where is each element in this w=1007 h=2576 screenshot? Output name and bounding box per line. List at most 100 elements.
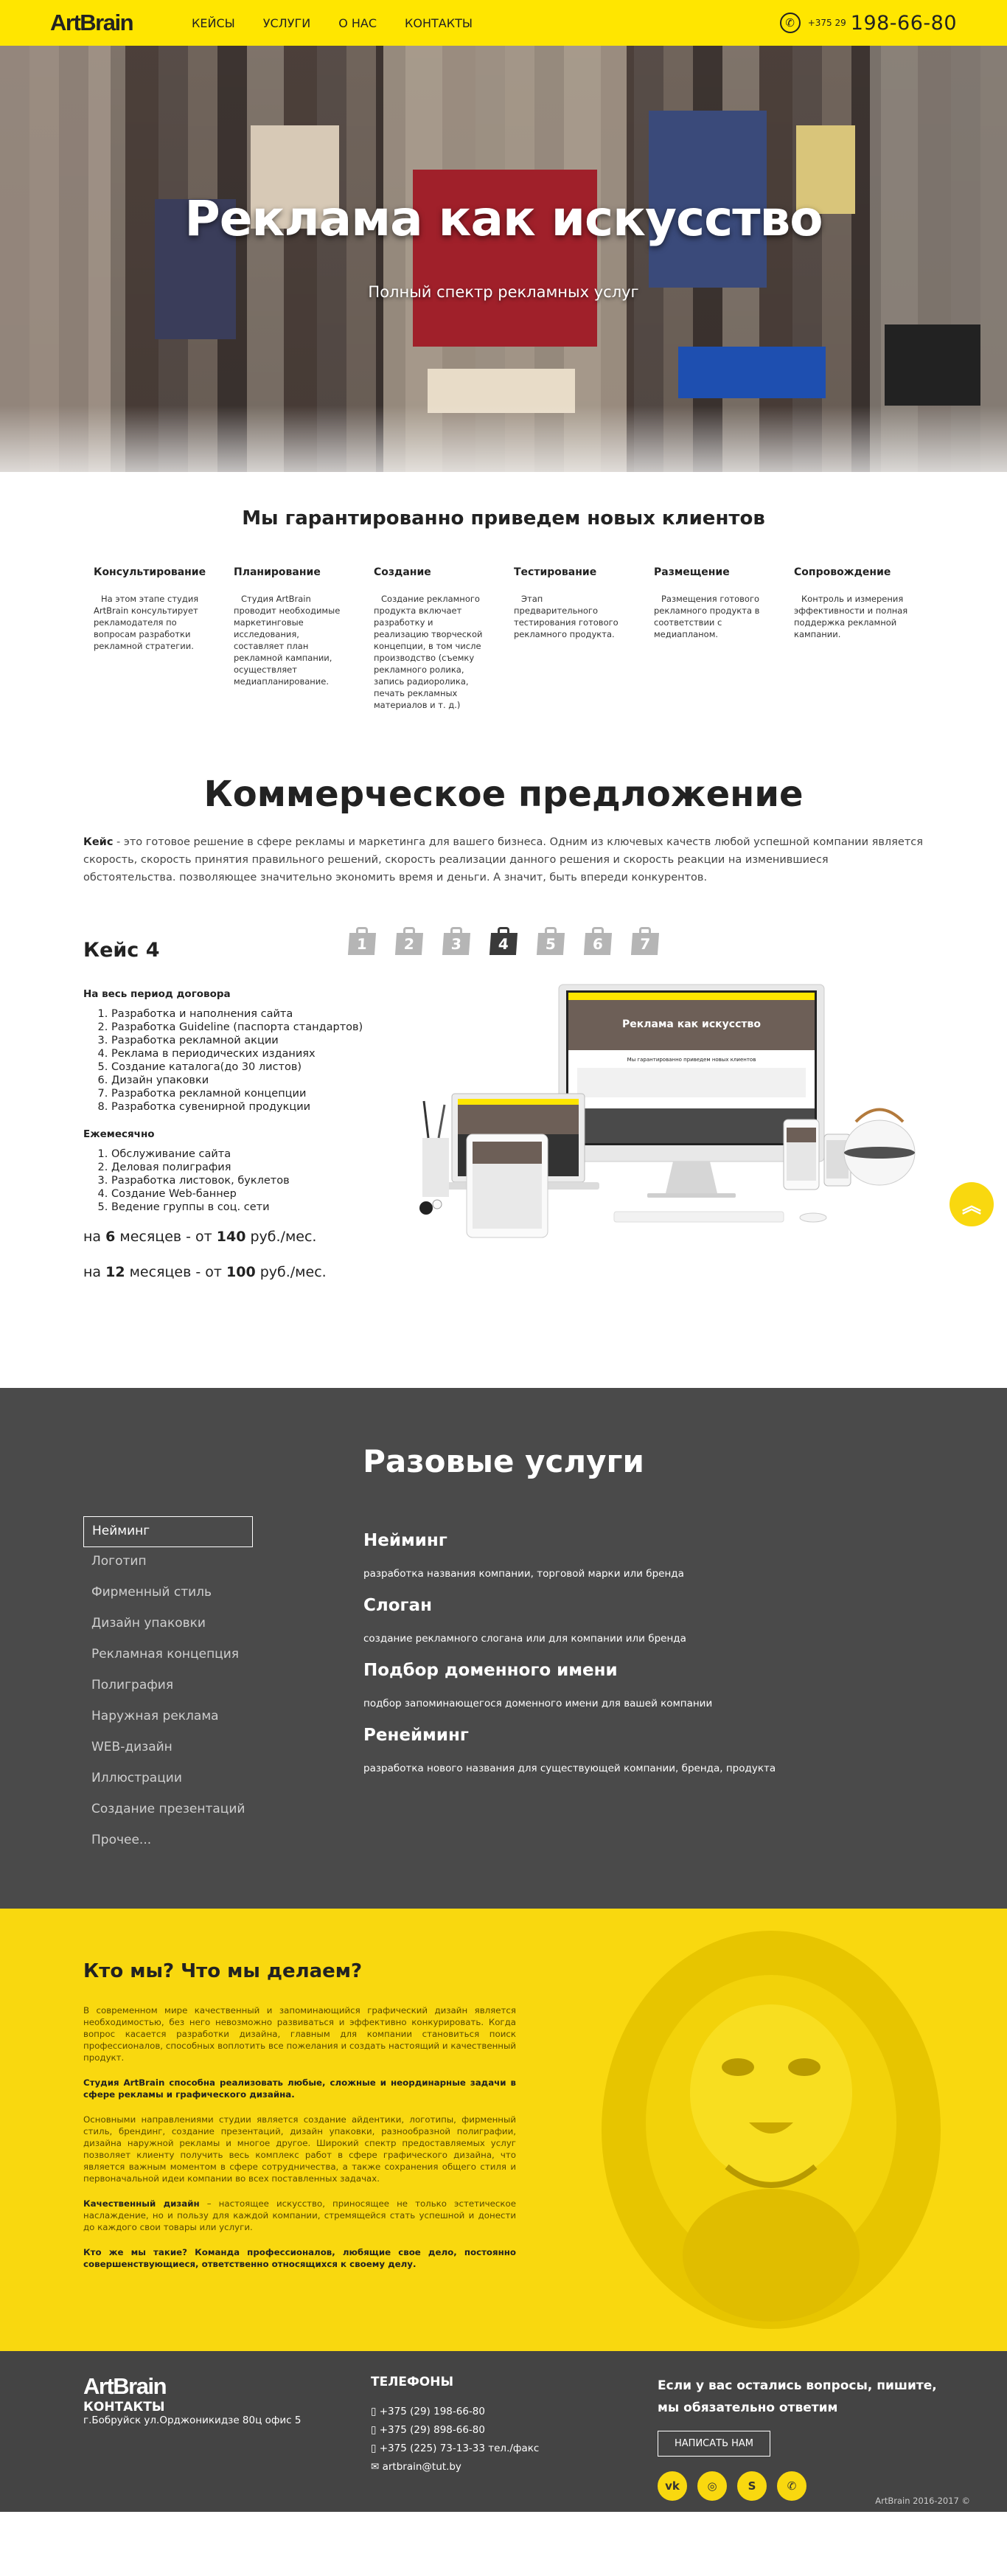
case-details: Кейс 4 На весь период договора Разработк… [83,939,393,1299]
nav-link-services[interactable]: УСЛУГИ [263,16,310,30]
services-menu-item-other[interactable]: Прочее... [83,1826,253,1857]
commercial-title: Коммерческое предложение [203,774,804,815]
period-list: Разработка и наполнения сайта Разработка… [83,1007,393,1114]
intro-text: - это готовое решение в сфере рекламы и … [83,836,923,883]
service-title: Нейминг [363,1531,447,1550]
phone-line[interactable]: ▯ +375 (225) 73-13-33 тел./факс [371,2440,539,2458]
about-paragraph: Студия ArtBrain способна реализовать люб… [83,2077,516,2100]
write-us-button[interactable]: НАПИСАТЬ НАМ [658,2431,771,2457]
services-menu-item-logo[interactable]: Логотип [83,1547,253,1578]
mail-icon: ✉ [371,2461,383,2473]
step-planning: Планирование Студия ArtBrain проводит не… [223,566,363,711]
services-menu-item-outdoor[interactable]: Наружная реклама [83,1702,253,1733]
step-title: Тестирование [514,566,597,578]
list-item: Создание каталога(до 30 листов) [111,1060,393,1074]
step-support: Сопровождение Контроль и измерения эффек… [784,566,924,711]
vk-icon[interactable]: vk [658,2471,687,2501]
about-section: Кто мы? Что мы делаем? В современном мир… [0,1909,1007,2351]
phone-icon: ▯ [371,2443,380,2454]
service-text: разработка нового названия для существую… [363,1763,776,1774]
step-text: На этом этапе студия ArtBrain консультир… [94,594,199,651]
monthly-title: Ежемесячно [83,1128,155,1140]
guarantee-title: Мы гарантированно приведем новых клиенто… [242,507,765,530]
nav-link-contacts[interactable]: КОНТАКТЫ [405,16,473,30]
services-menu: Нейминг Логотип Фирменный стиль Дизайн у… [83,1516,363,1857]
list-item: Создание Web-баннер [111,1187,393,1201]
list-item: Обслуживание сайта [111,1148,393,1161]
nav-link-cases[interactable]: КЕЙСЫ [192,16,235,30]
about-paragraph: В современном мире качественный и запоми… [83,2005,516,2063]
services-menu-item-illustrations[interactable]: Иллюстрации [83,1764,253,1795]
footer: ArtBrain КОНТАКТЫ г.Бобруйск ул.Орджоник… [0,2351,1007,2512]
step-testing: Тестирование Этап предварительного тести… [503,566,644,711]
services-menu-item-web[interactable]: WEB-дизайн [83,1733,253,1764]
step-consulting: Консультирование На этом этапе студия Ar… [83,566,223,711]
list-item: Дизайн упаковки [111,1074,393,1087]
list-item: Ведение группы в соц. сети [111,1201,393,1214]
services-menu-item-packaging[interactable]: Дизайн упаковки [83,1609,253,1640]
service-title: Слоган [363,1596,432,1615]
list-item: Разработка Guideline (паспорта стандарто… [111,1021,393,1034]
phone-line[interactable]: ▯ +375 (29) 198-66-80 [371,2403,539,2421]
scroll-top-button[interactable]: ︽ [949,1182,994,1226]
nav-link-about[interactable]: О НАС [338,16,377,30]
step-text: Этап предварительного тестирования готов… [514,594,619,639]
step-title: Консультирование [94,566,206,578]
list-item: Реклама в периодических изданиях [111,1047,393,1060]
list-item: Разработка и наполнения сайта [111,1007,393,1021]
services-menu-item-ad-concept[interactable]: Рекламная концепция [83,1640,253,1671]
step-text: Контроль и измерения эффективности и пол… [794,594,908,639]
service-text: подбор запоминающегося доменного имени д… [363,1698,713,1709]
phone-icon: ▯ [371,2424,380,2436]
whatsapp-icon[interactable]: ✆ [777,2471,806,2501]
services-section: Разовые услуги Нейминг Логотип Фирменный… [0,1388,1007,1909]
service-title: Ренейминг [363,1726,469,1745]
skype-icon[interactable]: S [737,2471,767,2501]
services-menu-item-printing[interactable]: Полиграфия [83,1671,253,1702]
chevrons-up-icon: ︽ [961,1195,981,1218]
period-title: На весь период договора [83,988,231,1000]
step-title: Планирование [234,566,321,578]
header-phone[interactable]: ✆ +375 29 198-66-80 [779,11,957,35]
list-item: Деловая полиграфия [111,1161,393,1174]
list-item: Разработка рекламной концепции [111,1087,393,1100]
phone-line[interactable]: ▯ +375 (29) 898-66-80 [371,2421,539,2440]
mockup-screen-title: Реклама как искусство [622,1018,761,1030]
step-title: Размещение [654,566,730,578]
about-paragraph: Основными направлениями студии является … [83,2114,516,2184]
price-6-months: на 6 месяцев - от 140 руб./мес. [83,1229,317,1245]
about-title: Кто мы? Что мы делаем? [83,1960,363,1982]
service-text: создание рекламного слогана или для комп… [363,1633,686,1645]
step-text: Размещения готового рекламного продукта … [654,594,760,639]
monthly-list: Обслуживание сайта Деловая полиграфия Ра… [83,1148,393,1214]
list-item: Разработка рекламной акции [111,1034,393,1047]
email-line[interactable]: ✉ artbrain@tut.by [371,2458,539,2476]
phone-icon: ▯ [371,2406,380,2417]
step-text: Создание рекламного продукта включает ра… [374,594,483,710]
phone-icon: ✆ [779,13,801,33]
service-text: разработка названия компании, торговой м… [363,1568,684,1580]
step-title: Создание [374,566,431,578]
services-menu-item-naming[interactable]: Нейминг [83,1516,253,1547]
instagram-icon[interactable]: ◎ [697,2471,727,2501]
price-12-months: на 12 месяцев - от 100 руб./мес. [83,1264,327,1280]
hero-banner: Реклама как искусство Полный спектр рекл… [0,0,1007,472]
phone-number: 198-66-80 [850,11,957,35]
about-paragraph: Кто же мы такие? Команда профессионалов,… [83,2247,516,2269]
services-menu-item-corporate-style[interactable]: Фирменный стиль [83,1578,253,1609]
main-nav: КЕЙСЫ УСЛУГИ О НАС КОНТАКТЫ [192,16,473,30]
footer-logo[interactable]: ArtBrain [83,2373,301,2400]
site-logo[interactable]: ArtBrain [50,10,134,36]
step-creation: Создание Создание рекламного продукта вк… [363,566,503,711]
services-title: Разовые услуги [363,1443,644,1479]
top-header: ArtBrain КЕЙСЫ УСЛУГИ О НАС КОНТАКТЫ ✆ +… [0,0,1007,46]
case-tab-label: 1 [347,933,377,955]
phone-prefix: +375 29 [807,18,846,28]
address: г.Бобруйск ул.Орджоникидзе 80ц офис 5 [83,2414,302,2426]
services-menu-item-presentations[interactable]: Создание презентаций [83,1795,253,1826]
list-item: Разработка листовок, буклетов [111,1174,393,1187]
case-tab-1[interactable]: 1 [346,927,378,955]
copyright: ArtBrain 2016-2017 © [875,2496,970,2506]
mockup-screen-heading: Мы гарантированно приведем новых клиенто… [627,1057,756,1063]
service-title: Подбор доменного имени [363,1661,618,1680]
